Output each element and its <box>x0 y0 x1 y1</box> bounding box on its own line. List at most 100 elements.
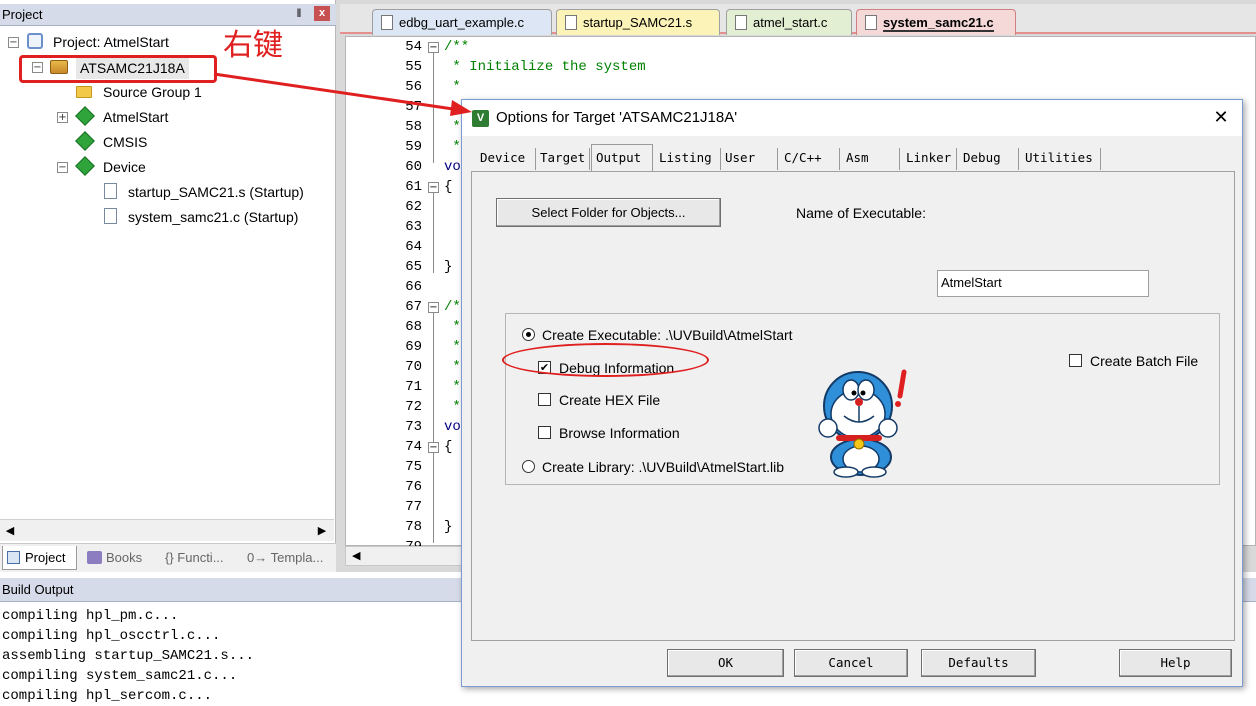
tab-user[interactable]: User <box>721 148 778 170</box>
create-hex-checkbox[interactable] <box>538 393 551 406</box>
line-number: 68 <box>405 319 422 335</box>
code-line: * <box>444 339 461 355</box>
output-tab-page: Select Folder for Objects... Name of Exe… <box>471 171 1235 641</box>
component-icon <box>75 106 95 126</box>
code-line: * <box>444 379 461 395</box>
tab-templates[interactable]: 0→ Templa... <box>245 546 331 570</box>
fold-icon[interactable]: − <box>428 442 439 453</box>
tree-item-startup-file[interactable]: startup_SAMC21.s (Startup) <box>128 181 304 203</box>
log-line: assembling startup_SAMC21.s... <box>2 648 255 664</box>
code-line: * <box>444 319 461 335</box>
name-of-executable-label: Name of Executable: <box>796 205 926 221</box>
line-number: 60 <box>405 159 422 175</box>
folder-icon <box>76 86 92 98</box>
code-line: vo <box>444 419 461 435</box>
tab-functions[interactable]: {} Functi... <box>163 546 239 570</box>
fold-icon[interactable]: − <box>428 42 439 53</box>
tree-item-cmsis[interactable]: CMSIS <box>103 131 147 153</box>
options-dialog: Options for Target 'ATSAMC21J18A' V ✕ De… <box>461 99 1243 687</box>
tab-system-samc21[interactable]: system_samc21.c <box>856 9 1016 35</box>
scroll-right-icon[interactable]: ▶ <box>314 523 330 539</box>
tree-item-source-group[interactable]: Source Group 1 <box>103 81 202 103</box>
tab-asm[interactable]: Asm <box>842 148 900 170</box>
line-number: 62 <box>405 199 422 215</box>
fold-guide <box>433 193 434 273</box>
line-number: 76 <box>405 479 422 495</box>
close-icon[interactable]: x <box>314 6 330 21</box>
close-icon[interactable]: ✕ <box>1208 106 1234 130</box>
code-line: vo <box>444 159 461 175</box>
tab-books[interactable]: Books <box>83 546 159 570</box>
line-number: 70 <box>405 359 422 375</box>
line-number: 74 <box>405 439 422 455</box>
output-options-group: Create Executable: .\UVBuild\AtmelStart … <box>505 313 1220 485</box>
tab-edbg-uart-example[interactable]: edbg_uart_example.c <box>372 9 552 35</box>
create-executable-radio[interactable] <box>522 328 535 341</box>
horizontal-scrollbar[interactable]: ◀ ▶ <box>0 519 334 541</box>
tab-startup-samc21[interactable]: startup_SAMC21.s <box>556 9 720 35</box>
collapse-icon[interactable]: − <box>8 37 19 48</box>
tree-item-device[interactable]: Device <box>103 156 146 178</box>
name-of-executable-input[interactable]: AtmelStart <box>937 270 1149 297</box>
cancel-button[interactable]: Cancel <box>794 649 908 677</box>
project-panel-title: Project <box>0 4 336 26</box>
browse-information-label: Browse Information <box>559 425 680 441</box>
fold-icon[interactable]: − <box>428 302 439 313</box>
line-number: 61 <box>405 179 422 195</box>
tab-utilities[interactable]: Utilities <box>1021 148 1101 170</box>
tab-project[interactable]: Project <box>2 546 77 570</box>
select-folder-button[interactable]: Select Folder for Objects... <box>496 198 721 227</box>
log-line: compiling hpl_oscctrl.c... <box>2 628 221 644</box>
pin-icon[interactable]: ‖ <box>291 5 307 21</box>
line-number: 59 <box>405 139 422 155</box>
code-line: { <box>444 179 453 195</box>
tab-linker[interactable]: Linker <box>902 148 957 170</box>
help-button[interactable]: Help <box>1119 649 1232 677</box>
file-icon <box>565 15 577 30</box>
create-batch-file-checkbox[interactable] <box>1069 354 1082 367</box>
defaults-button[interactable]: Defaults <box>921 649 1036 677</box>
tab-output[interactable]: Output <box>591 144 653 172</box>
file-tab-strip: edbg_uart_example.c startup_SAMC21.s atm… <box>340 4 1256 35</box>
line-number: 77 <box>405 499 422 515</box>
tree-item-atmelstart[interactable]: AtmelStart <box>103 106 168 128</box>
project-tab-icon <box>7 551 20 564</box>
create-library-radio[interactable] <box>522 460 535 473</box>
tab-atmel-start[interactable]: atmel_start.c <box>726 9 852 35</box>
line-number: 75 <box>405 459 422 475</box>
collapse-icon[interactable]: − <box>57 162 68 173</box>
component-icon <box>75 156 95 176</box>
tab-c-cpp[interactable]: C/C++ <box>780 148 840 170</box>
code-scroll-left-icon[interactable]: ◀ <box>345 546 465 566</box>
books-icon <box>87 551 102 564</box>
code-line: * <box>444 139 461 155</box>
log-line: compiling hpl_pm.c... <box>2 608 179 624</box>
code-line: /* <box>444 299 461 315</box>
fold-guide <box>433 313 434 443</box>
file-icon <box>381 15 393 30</box>
dialog-title: Options for Target 'ATSAMC21J18A' <box>462 100 1242 136</box>
create-library-label: Create Library: .\UVBuild\AtmelStart.lib <box>542 459 784 475</box>
line-number: 69 <box>405 339 422 355</box>
panel-bottom-tabs: Project Books {} Functi... 0→ Templa... <box>0 543 336 572</box>
create-hex-label: Create HEX File <box>559 392 661 408</box>
annotation-arrow <box>213 72 472 116</box>
tab-target[interactable]: Target <box>536 148 590 170</box>
code-line: } <box>444 519 453 535</box>
tab-debug[interactable]: Debug <box>959 148 1019 170</box>
fold-icon[interactable]: − <box>428 182 439 193</box>
tree-root-project[interactable]: Project: AtmelStart <box>53 31 169 53</box>
tree-item-system-file[interactable]: system_samc21.c (Startup) <box>128 206 298 228</box>
file-icon <box>104 208 117 224</box>
tab-listing[interactable]: Listing <box>655 148 721 170</box>
scroll-left-icon[interactable]: ◀ <box>2 523 18 539</box>
doraemon-sticker <box>818 369 907 478</box>
fold-guide <box>433 453 434 543</box>
code-line: { <box>444 439 453 455</box>
code-line: /** <box>444 39 470 55</box>
browse-information-checkbox[interactable] <box>538 426 551 439</box>
expand-icon[interactable]: + <box>57 112 68 123</box>
tab-device[interactable]: Device <box>476 148 536 170</box>
ok-button[interactable]: OK <box>667 649 784 677</box>
code-line: } <box>444 259 453 275</box>
